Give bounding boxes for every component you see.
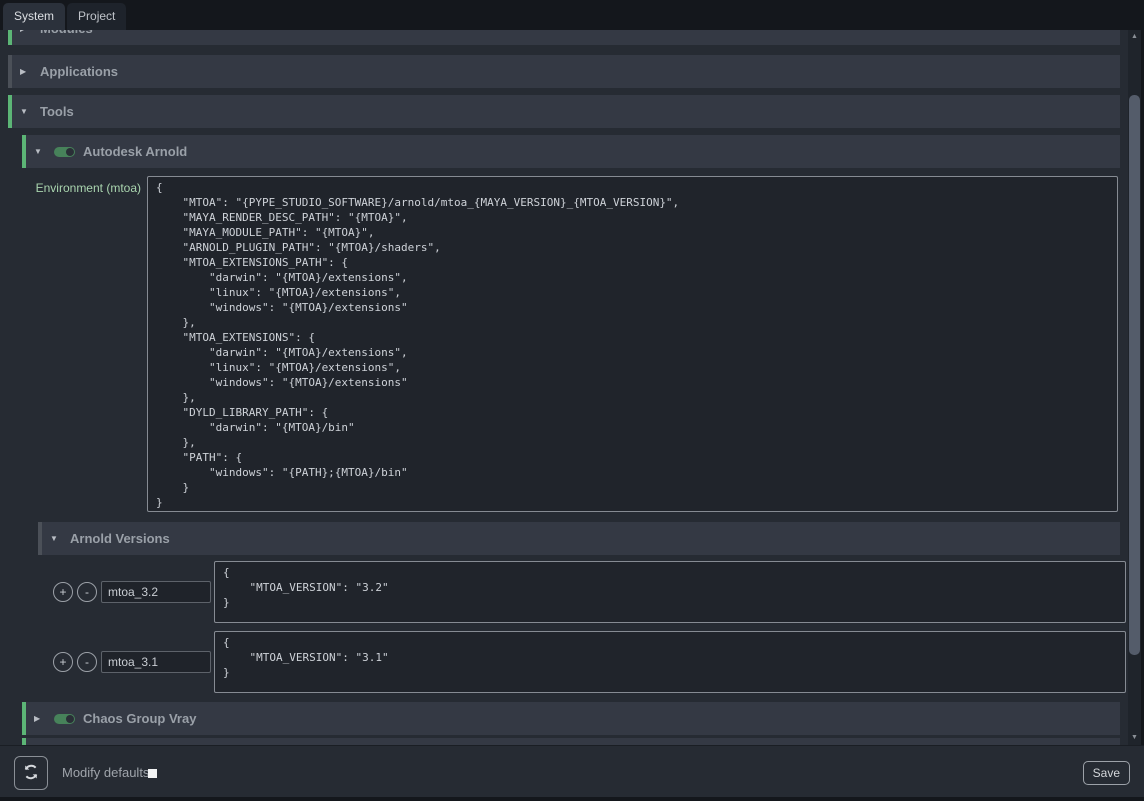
footer-bar: Modify defaults Save — [0, 745, 1144, 801]
plus-icon: + — [59, 655, 66, 669]
version-json-editor[interactable]: { "MTOA_VERSION": "3.2" } — [214, 561, 1126, 623]
scroll-up-icon[interactable]: ▲ — [1128, 30, 1141, 44]
collapse-arrow-icon[interactable]: ▶ — [20, 30, 32, 33]
remove-version-button[interactable]: - — [77, 652, 97, 672]
section-label: Arnold Versions — [70, 531, 170, 546]
version-row-buttons: + - — [53, 652, 101, 672]
version-row-buttons: + - — [53, 582, 101, 602]
version-row: + - { "MTOA_VERSION": "3.2" } — [38, 561, 1128, 623]
section-header-autodesk-arnold[interactable]: ▼ Autodesk Arnold — [22, 135, 1120, 168]
section-header-tools[interactable]: ▼ Tools — [8, 95, 1120, 128]
expand-arrow-icon[interactable]: ▼ — [34, 147, 46, 156]
refresh-button[interactable] — [14, 756, 48, 790]
modified-indicator-bar — [22, 702, 26, 735]
modified-indicator-bar — [8, 30, 12, 45]
tab-system[interactable]: System — [3, 3, 65, 30]
section-label: Tools — [40, 104, 74, 119]
add-version-button[interactable]: + — [53, 582, 73, 602]
expand-arrow-icon[interactable]: ▼ — [20, 107, 32, 116]
section-label: Modules — [40, 30, 93, 36]
modify-defaults-checkbox[interactable] — [148, 769, 157, 778]
collapse-arrow-icon[interactable]: ▶ — [34, 714, 46, 723]
scrollbar-thumb[interactable] — [1129, 95, 1140, 655]
save-button[interactable]: Save — [1083, 761, 1130, 785]
environment-row: Environment (mtoa) { "MTOA": "{PYPE_STUD… — [22, 176, 1128, 512]
modified-indicator-bar — [8, 95, 12, 128]
section-label: Autodesk Arnold — [83, 144, 187, 159]
modified-indicator-bar — [22, 135, 26, 168]
modify-defaults-label: Modify defaults — [62, 765, 149, 780]
settings-tab-bar: System Project — [0, 0, 1144, 30]
minus-icon: - — [85, 655, 89, 669]
add-version-button[interactable]: + — [53, 652, 73, 672]
modified-indicator-bar — [22, 738, 26, 745]
indicator-bar — [38, 522, 42, 555]
section-label: Chaos Group Vray — [83, 711, 196, 726]
arnold-enabled-toggle[interactable] — [54, 147, 75, 157]
version-name-input[interactable] — [101, 581, 211, 603]
indicator-bar — [8, 55, 12, 88]
scroll-down-icon[interactable]: ▼ — [1128, 731, 1141, 745]
refresh-icon — [22, 763, 40, 784]
expand-arrow-icon[interactable]: ▼ — [50, 534, 62, 543]
section-header-modules[interactable]: ▶ Modules — [8, 30, 1120, 45]
vertical-scrollbar[interactable]: ▲ ▼ — [1128, 30, 1144, 745]
plus-icon: + — [59, 585, 66, 599]
remove-version-button[interactable]: - — [77, 582, 97, 602]
environment-label: Environment (mtoa) — [22, 176, 147, 512]
partial-section-header[interactable] — [22, 738, 1120, 745]
section-label: Applications — [40, 64, 118, 79]
settings-scroll-area: ▶ Modules ▶ Applications ▼ Tools ▼ Autod… — [0, 30, 1128, 745]
collapse-arrow-icon[interactable]: ▶ — [20, 67, 32, 76]
minus-icon: - — [85, 585, 89, 599]
section-header-arnold-versions[interactable]: ▼ Arnold Versions — [38, 522, 1120, 555]
toggle-knob — [66, 715, 74, 723]
version-row: + - { "MTOA_VERSION": "3.1" } — [38, 631, 1128, 693]
section-header-chaos-group-vray[interactable]: ▶ Chaos Group Vray — [22, 702, 1120, 735]
environment-json-editor[interactable]: { "MTOA": "{PYPE_STUDIO_SOFTWARE}/arnold… — [147, 176, 1118, 512]
section-header-applications[interactable]: ▶ Applications — [8, 55, 1120, 88]
vray-enabled-toggle[interactable] — [54, 714, 75, 724]
version-json-editor[interactable]: { "MTOA_VERSION": "3.1" } — [214, 631, 1126, 693]
tab-project[interactable]: Project — [67, 3, 126, 30]
version-name-input[interactable] — [101, 651, 211, 673]
toggle-knob — [66, 148, 74, 156]
